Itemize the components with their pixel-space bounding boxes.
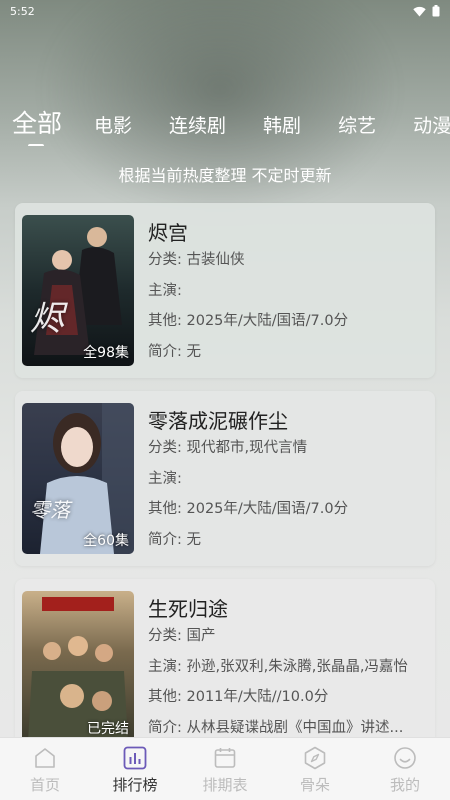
ranking-subtitle: 根据当前热度整理 不定时更新 [118,166,332,185]
category-value: 古装仙侠 [186,252,245,268]
bottom-navigation: 首页 排行榜 排期表 骨朵 我的 [0,737,450,800]
list-item[interactable]: 零落 全60集 零落成泥碾作尘 分类: 现代都市,现代言情 主演: 其他: 20… [15,391,435,566]
list-item[interactable]: 已完结 生死归途 分类: 国产 主演: 孙逊,张双利,朱泳腾,张晶晶,冯嘉怡 其… [15,579,435,754]
episode-badge: 全98集 [83,345,129,361]
item-intro: 简介: 无 [148,337,428,368]
item-other: 其他: 2011年/大陆//10.0分 [148,682,428,713]
intro-value: 从林县疑谍战剧《中国血》讲述... [186,719,404,736]
nav-label: 我的 [389,776,420,794]
nav-duoduo[interactable]: 骨朵 [270,738,360,795]
compass-icon [304,746,326,770]
ranking-list: 烬 全98集 烬宫 分类: 古装仙侠 主演: 其他: 2025年/大陆/国语/7… [15,203,435,767]
category-value: 现代都市,现代言情 [186,440,308,456]
calendar-icon [214,748,236,768]
item-other: 其他: 2025年/大陆/国语/7.0分 [148,494,428,525]
category-label: 分类: [148,440,182,456]
cast-label: 主演: [148,658,182,675]
chart-icon [123,746,147,770]
other-value: 2011年/大陆//10.0分 [186,689,329,705]
category-tabs: 全部 电影 连续剧 韩剧 综艺 动漫 [0,100,450,146]
poster-image: 零落 全60集 [22,403,134,554]
nav-home[interactable]: 首页 [0,738,90,795]
intro-label: 简介: [148,343,182,360]
intro-value: 无 [186,531,202,548]
cast-label: 主演: [148,470,182,487]
cast-label: 主演: [148,282,182,299]
intro-value: 无 [186,343,202,360]
poster-title-art: 烬 [30,299,64,339]
poster-image: 已完结 [22,591,134,742]
intro-label: 简介: [148,531,182,548]
category-label: 分类: [148,252,182,268]
episode-badge: 已完结 [87,721,129,737]
smile-icon [394,747,416,769]
tab-series[interactable]: 连续剧 [169,111,226,146]
nav-label: 首页 [29,776,60,794]
item-info: 烬宫 分类: 古装仙侠 主演: 其他: 2025年/大陆/国语/7.0分 简介:… [148,217,428,367]
other-value: 2025年/大陆/国语/7.0分 [186,313,349,329]
item-title: 生死归途 [148,597,228,621]
item-cast: 主演: [148,464,428,495]
item-category: 分类: 现代都市,现代言情 [148,433,428,464]
poster-image: 烬 全98集 [22,215,134,366]
item-intro: 简介: 无 [148,525,428,556]
item-info: 零落成泥碾作尘 分类: 现代都市,现代言情 主演: 其他: 2025年/大陆/国… [148,405,428,555]
item-title: 烬宫 [148,221,188,245]
status-bar: 5:52 [0,0,450,22]
item-cast: 主演: [148,276,428,307]
tab-korean-drama[interactable]: 韩剧 [263,111,301,146]
intro-label: 简介: [148,719,182,736]
tab-all[interactable]: 全部 [12,104,62,146]
nav-label: 排行榜 [112,776,158,794]
battery-icon [432,5,440,17]
nav-ranking[interactable]: 排行榜 [90,738,180,795]
poster-title-art: 零落 [30,498,70,522]
item-info: 生死归途 分类: 国产 主演: 孙逊,张双利,朱泳腾,张晶晶,冯嘉怡 其他: 2… [148,593,428,743]
other-value: 2025年/大陆/国语/7.0分 [186,501,349,517]
nav-schedule[interactable]: 排期表 [180,738,270,795]
tab-active-indicator [28,144,44,146]
nav-label: 排期表 [202,776,248,794]
nav-profile[interactable]: 我的 [360,738,450,795]
other-label: 其他: [148,501,182,517]
home-icon [35,748,55,768]
nav-label: 骨朵 [299,776,330,794]
tab-label: 全部 [12,109,63,138]
item-category: 分类: 古装仙侠 [148,245,428,276]
item-other: 其他: 2025年/大陆/国语/7.0分 [148,306,428,337]
tab-variety[interactable]: 综艺 [338,111,376,146]
tab-anime[interactable]: 动漫 [413,111,450,146]
wifi-icon [413,6,426,17]
item-cast: 主演: 孙逊,张双利,朱泳腾,张晶晶,冯嘉怡 [148,652,428,683]
item-title: 零落成泥碾作尘 [148,409,288,433]
category-value: 国产 [186,628,216,644]
list-item[interactable]: 烬 全98集 烬宫 分类: 古装仙侠 主演: 其他: 2025年/大陆/国语/7… [15,203,435,378]
other-label: 其他: [148,689,182,705]
category-label: 分类: [148,628,182,644]
tab-movie[interactable]: 电影 [94,111,132,146]
status-time: 5:52 [10,4,35,18]
item-category: 分类: 国产 [148,621,428,652]
cast-value: 孙逊,张双利,朱泳腾,张晶晶,冯嘉怡 [186,658,408,675]
other-label: 其他: [148,313,182,329]
episode-badge: 全60集 [83,533,129,549]
